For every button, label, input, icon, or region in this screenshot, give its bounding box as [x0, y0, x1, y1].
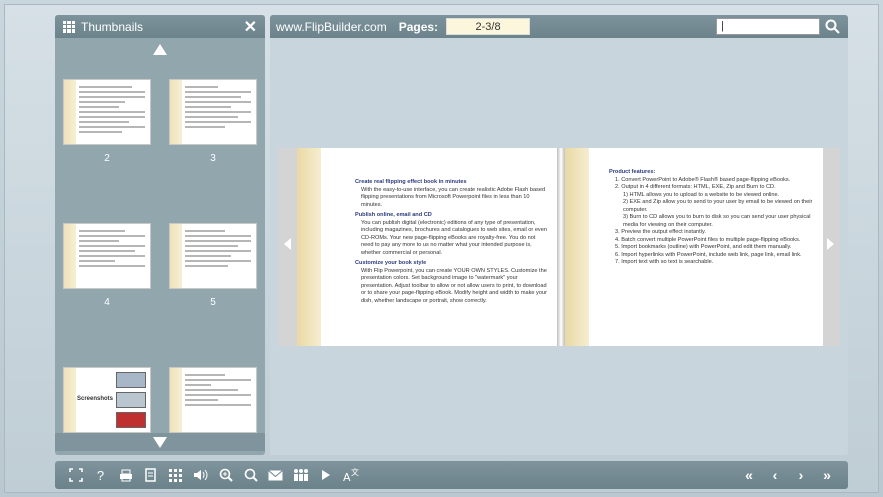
list-item: 3) Burn to CD allows you to burn to disk… [623, 214, 811, 228]
last-page-icon[interactable]: » [814, 465, 840, 485]
site-link[interactable]: www.FlipBuilder.com [276, 20, 387, 34]
book-viewer: www.FlipBuilder.com Pages: 2-3/8 | Creat… [270, 15, 848, 455]
flipbook[interactable]: Create real flipping effect book in minu… [278, 148, 840, 346]
previous-page-icon[interactable]: ‹ [762, 465, 788, 485]
arrow-up-icon [153, 43, 167, 55]
help-icon[interactable]: ? [88, 465, 113, 485]
document-icon[interactable] [138, 465, 163, 485]
pages-label: Pages: [398, 19, 439, 34]
list-item: 4. Batch convert multiple PowerPoint fil… [615, 236, 801, 243]
thumbnail-page-4[interactable] [63, 223, 151, 289]
list-item: 1) HTML allows you to upload to a websit… [623, 191, 780, 198]
thumbnails-icon[interactable] [163, 465, 188, 485]
arrow-down-icon [153, 436, 167, 448]
grid-icon [63, 20, 75, 33]
bottom-toolbar: ? A文 « ‹ › » [55, 461, 848, 489]
close-icon[interactable]: ✕ [244, 17, 257, 37]
thumbnail-header: Thumbnails ✕ [55, 15, 265, 38]
autoplay-icon[interactable] [313, 465, 338, 485]
list-item: 2. Output in 4 different formats: HTML, … [615, 184, 776, 190]
section-heading: Product features: [609, 169, 656, 175]
list-item: 6. Import hyperlinks with PowerPoint, in… [615, 251, 802, 258]
section-heading: Publish online, email and CD [355, 212, 432, 218]
print-icon[interactable] [113, 465, 138, 485]
left-page-text: Create real flipping effect book in minu… [355, 176, 547, 305]
prev-page-arrow-icon[interactable] [284, 238, 291, 250]
thumbnail-number: 2 [104, 153, 110, 164]
thumbnail-number: 3 [210, 153, 216, 164]
list-item: 1. Convert PowerPoint to Adobe® Flash® b… [615, 176, 791, 183]
sound-icon[interactable] [188, 465, 213, 485]
page-number-input[interactable]: 2-3/8 [446, 18, 531, 35]
thumbnail-panel: Thumbnails ✕ 2 3 4 5 Screenshots [55, 15, 265, 455]
thumbnail-title: Thumbnails [81, 19, 144, 34]
section-text: You can publish digital (electronic) edi… [361, 219, 547, 256]
thumbnail-scroll-down-button[interactable] [55, 433, 265, 451]
zoom-in-icon[interactable] [213, 465, 238, 485]
right-page: Product features: 1. Convert PowerPoint … [565, 148, 823, 346]
section-text: With Flip Powerpoint, you can create YOU… [361, 267, 547, 304]
svg-text:文: 文 [351, 467, 359, 477]
email-icon[interactable] [263, 465, 288, 485]
svg-text:A: A [343, 471, 351, 483]
left-page: Create real flipping effect book in minu… [297, 148, 557, 346]
list-item: 3. Preview the output effect instantly. [615, 229, 706, 235]
book-spine [557, 148, 565, 346]
thumbnail-scroll-up-button[interactable] [55, 40, 265, 58]
list-item: 7. Import text with so text is searchabl… [615, 259, 714, 265]
thumbnail-page-3[interactable] [169, 79, 257, 145]
search-icon[interactable] [238, 465, 263, 485]
thumbnail-number: 4 [104, 297, 110, 308]
list-item: 5. Import bookmarks (outline) with Power… [615, 244, 792, 250]
share-icon[interactable] [288, 465, 313, 485]
thumbnail-page-7[interactable] [169, 367, 257, 433]
thumbnail-page-6[interactable]: Screenshots [63, 367, 151, 433]
section-text: With the easy-to-use interface, you can … [361, 186, 546, 208]
section-heading: Customize your book style [355, 260, 427, 266]
thumbnail-page-5[interactable] [169, 223, 257, 289]
thumbnail-text: Screenshots [77, 396, 114, 402]
section-heading: Create real flipping effect book in minu… [355, 179, 467, 185]
first-page-icon[interactable]: « [736, 465, 762, 485]
right-page-text: Product features: 1. Convert PowerPoint … [609, 166, 814, 267]
next-page-arrow-icon[interactable] [827, 238, 834, 250]
thumbnail-page-2[interactable] [63, 79, 151, 145]
thumbnail-number: 5 [210, 297, 216, 308]
list-item: 2) EXE and Zip allow you to send to your… [623, 199, 813, 213]
fullscreen-icon[interactable] [63, 465, 88, 485]
search-icon[interactable] [824, 18, 842, 35]
next-page-icon[interactable]: › [788, 465, 814, 485]
language-icon[interactable]: A文 [338, 465, 363, 485]
search-input[interactable]: | [716, 18, 820, 35]
